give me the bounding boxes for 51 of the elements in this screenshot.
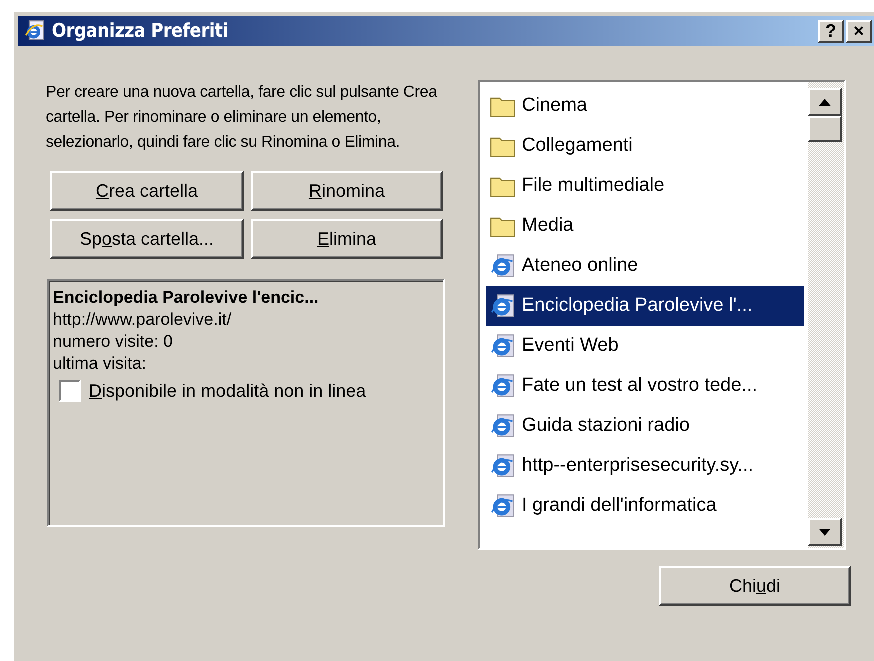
browser-icon <box>24 20 46 42</box>
checkbox-label[interactable]: Disponibile in modalità non in linea <box>89 380 366 402</box>
item-label: Eventi Web <box>522 335 619 357</box>
item-label: I grandi dell'informatica <box>522 495 717 517</box>
instructions-text: Per creare una nuova cartella, fare clic sul pulsante Crea cartella. Per rinominare o eliminare un elemento, selezionarlo, quindi fare clic su Rinomina o Elimina. <box>46 83 438 153</box>
list-item[interactable]: Cinema <box>486 86 804 126</box>
checkbox[interactable] <box>59 380 81 402</box>
item-url: http://www.parolevive.it/ <box>53 309 233 331</box>
item-label: Media <box>522 215 574 237</box>
visit-count: numero visite: 0 <box>53 331 174 353</box>
action-button[interactable]: Sposta cartella... <box>50 219 244 259</box>
browser-icon <box>490 253 516 279</box>
up-arrow-icon <box>819 98 831 106</box>
scrollbar[interactable] <box>808 82 844 548</box>
browser-icon <box>490 493 516 519</box>
scroll-up-button[interactable] <box>808 88 842 116</box>
list-item[interactable]: I grandi dell'informatica <box>486 486 804 526</box>
item-label: Guida stazioni radio <box>522 415 690 437</box>
window-title: Organizza Preferiti <box>52 20 230 42</box>
close-button[interactable]: × <box>846 20 872 42</box>
item-label: Collegamenti <box>522 135 633 157</box>
list-item[interactable]: Enciclopedia Parolevive l'... <box>486 286 804 326</box>
list-item[interactable]: Ateneo online <box>486 246 804 286</box>
browser-icon <box>490 373 516 399</box>
item-label: Enciclopedia Parolevive l'... <box>522 295 753 317</box>
browser-icon <box>490 453 516 479</box>
list-item[interactable]: File multimediale <box>486 166 804 206</box>
item-title: Enciclopedia Parolevive l'encic... <box>53 287 320 309</box>
browser-icon <box>490 293 516 319</box>
scroll-down-button[interactable] <box>808 518 842 546</box>
scroll-thumb[interactable] <box>808 116 842 142</box>
browser-icon <box>490 333 516 359</box>
close-button[interactable]: Chiudi <box>659 566 851 606</box>
list-item[interactable]: Collegamenti <box>486 126 804 166</box>
down-arrow-icon <box>819 528 831 536</box>
item-label: Fate un test al vostro tede... <box>522 375 758 397</box>
item-label: File multimediale <box>522 175 665 197</box>
item-label: http--enterprisesecurity.sy... <box>522 455 754 477</box>
item-label: Ateneo online <box>522 255 638 277</box>
help-button[interactable]: ? <box>818 20 844 42</box>
list-item[interactable]: Eventi Web <box>486 326 804 366</box>
action-button[interactable]: Elimina <box>251 219 443 259</box>
action-button[interactable]: Crea cartella <box>50 171 244 211</box>
item-label: Cinema <box>522 95 588 117</box>
action-button[interactable]: Rinomina <box>251 171 443 211</box>
browser-icon <box>490 413 516 439</box>
list-item[interactable]: Guida stazioni radio <box>486 406 804 446</box>
list-item[interactable]: Media <box>486 206 804 246</box>
list-item[interactable]: Fate un test al vostro tede... <box>486 366 804 406</box>
list-item[interactable]: http--enterprisesecurity.sy... <box>486 446 804 486</box>
last-visit: ultima visita: <box>53 353 148 375</box>
